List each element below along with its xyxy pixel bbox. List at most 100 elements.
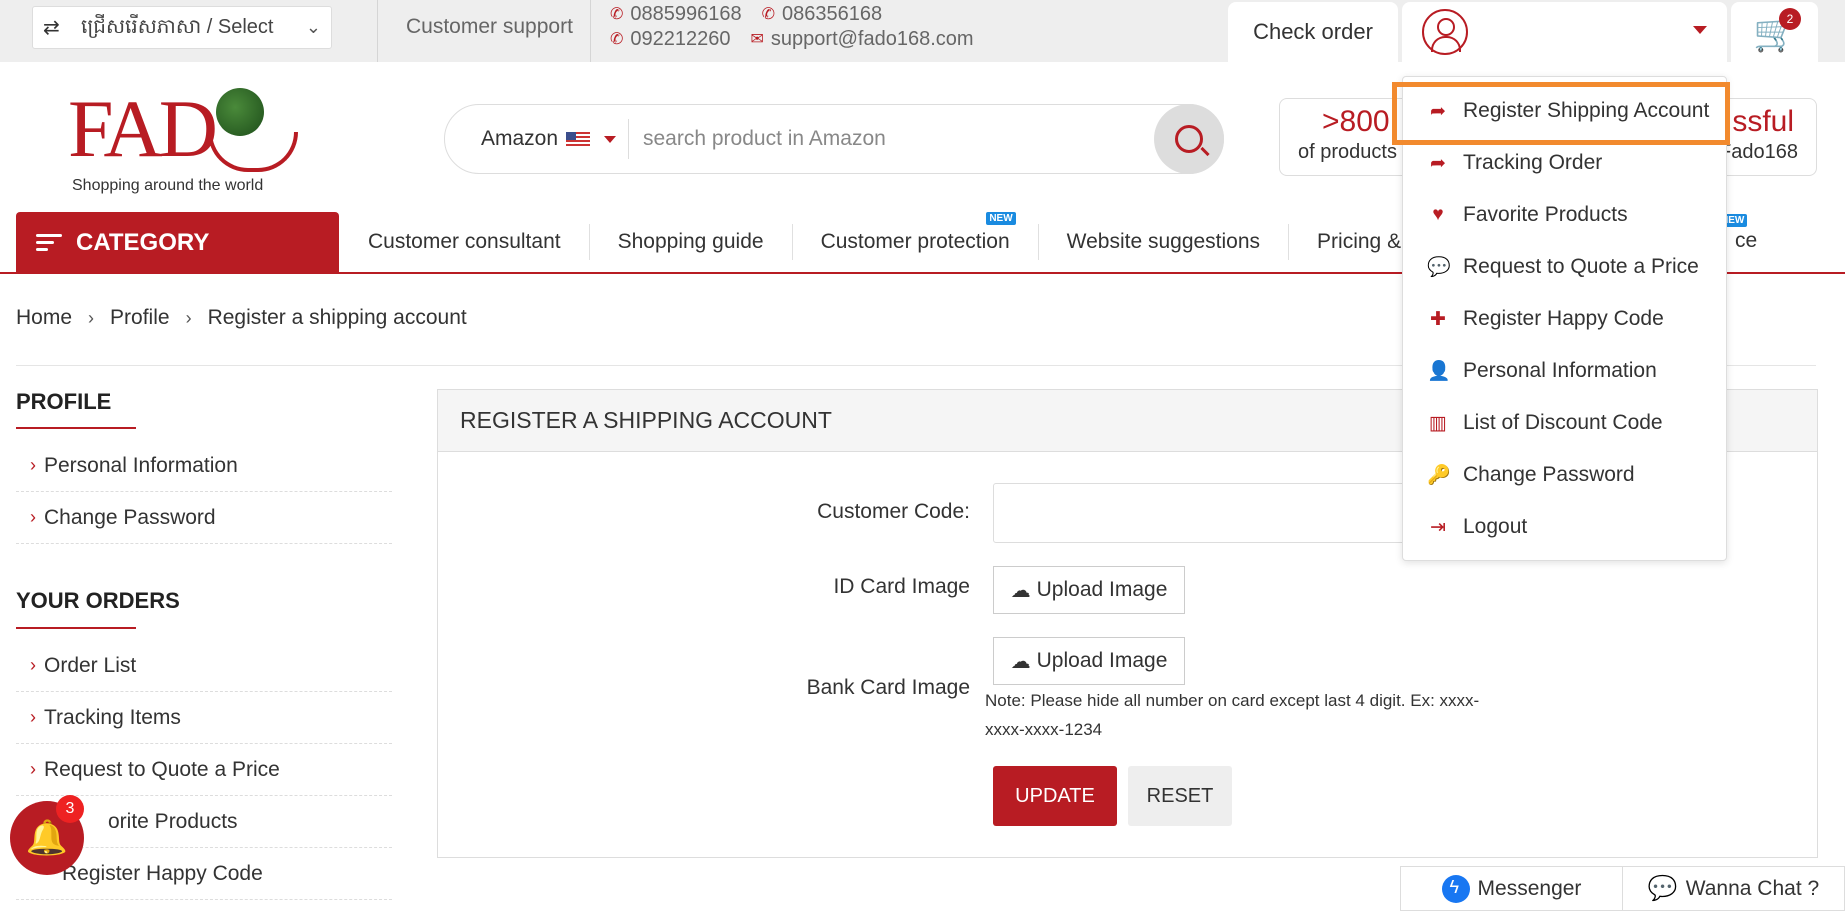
top-bar: ⇄ ជ្រើសរើសភាសា / Select ⌄ Customer suppo… — [0, 0, 1845, 62]
menu-icon — [36, 230, 62, 255]
notification-count-badge: 3 — [56, 795, 84, 823]
chevron-right-icon: › — [30, 507, 36, 527]
barcode-icon: ▥ — [1429, 412, 1447, 434]
menu-item-discount-codes[interactable]: ▥ List of Discount Code — [1403, 397, 1728, 449]
chevron-right-icon: › — [30, 455, 36, 475]
nav-website-suggestions[interactable]: Website suggestions — [1039, 224, 1290, 260]
sidebar-profile-title: PROFILE — [16, 389, 112, 414]
messenger-label: Messenger — [1477, 876, 1582, 900]
sidebar-item-label: Change Password — [44, 505, 216, 529]
support-email[interactable]: support@fado168.com — [771, 27, 974, 52]
customer-support-label: Customer support — [406, 15, 573, 38]
sidebar-item-request-quote[interactable]: › Request to Quote a Price — [16, 744, 392, 796]
breadcrumb-home[interactable]: Home — [16, 306, 72, 330]
stat-products-label: of products — [1298, 141, 1397, 163]
search-source-label: Amazon — [481, 127, 559, 150]
key-icon: 🔑 — [1427, 465, 1451, 486]
nav-label: Website suggestions — [1066, 230, 1261, 253]
sidebar-item-order-list[interactable]: › Order List — [16, 640, 392, 692]
sidebar-item-personal-information[interactable]: › Personal Information — [16, 440, 392, 492]
email-icon: ✉ — [750, 31, 764, 48]
stat-products-value: >800 — [1322, 105, 1390, 138]
sidebar-item-label: Personal Information — [44, 453, 238, 477]
menu-item-request-quote[interactable]: 💬 Request to Quote a Price — [1403, 241, 1728, 293]
title-underline — [16, 427, 136, 429]
upload-id-card-button[interactable]: ☁ Upload Image — [993, 566, 1185, 614]
menu-item-logout[interactable]: ⇥ Logout — [1403, 501, 1728, 553]
site-logo[interactable]: FAD Shopping around the world — [68, 82, 308, 197]
language-select-label: ជ្រើសរើសភាសា / Select — [81, 15, 274, 38]
menu-item-personal-information[interactable]: 👤 Personal Information — [1403, 345, 1728, 397]
phone-number[interactable]: 086356168 — [782, 2, 882, 27]
sidebar-item-tracking-items[interactable]: › Tracking Items — [16, 692, 392, 744]
menu-item-register-happy-code[interactable]: ✚ Register Happy Code — [1403, 293, 1728, 345]
menu-item-label: Change Password — [1463, 463, 1635, 486]
highlight-box — [1392, 82, 1730, 145]
sidebar-item-label: orite Products — [108, 809, 238, 833]
stat-success-label: Fado168 — [1719, 141, 1798, 163]
menu-item-change-password[interactable]: 🔑 Change Password — [1403, 449, 1728, 501]
nav-trailing-text[interactable]: ce — [1735, 229, 1757, 253]
search-source-select[interactable]: Amazon — [445, 119, 629, 159]
check-order-button[interactable]: Check order — [1228, 2, 1398, 62]
caret-down-icon — [604, 135, 617, 143]
share-arrow-icon: ➦ — [1430, 152, 1446, 174]
phone-number[interactable]: 0885996168 — [630, 2, 741, 27]
contact-info: ✆ 0885996168 ✆ 086356168 ✆ 092212260 ✉ suppo… — [610, 2, 986, 52]
nav-label: Shopping guide — [617, 230, 764, 253]
account-menu-toggle[interactable] — [1402, 2, 1727, 62]
search-input[interactable] — [629, 127, 1154, 151]
chevron-right-icon: › — [30, 707, 36, 727]
cart-count-badge: 2 — [1779, 8, 1801, 30]
wanna-chat-button[interactable]: 💬 Wanna Chat ? — [1622, 867, 1844, 910]
breadcrumb-current: Register a shipping account — [207, 306, 467, 329]
phone-number[interactable]: 092212260 — [630, 27, 730, 52]
sidebar-item-label: Tracking Items — [44, 705, 181, 729]
upload-bank-card-button[interactable]: ☁ Upload Image — [993, 637, 1185, 685]
translate-icon: ⇄ — [43, 17, 60, 39]
chevron-right-icon: › — [30, 655, 36, 675]
nav-customer-protection[interactable]: Customer protection NEW — [793, 212, 1039, 260]
logo-tagline: Shopping around the world — [72, 177, 264, 194]
chat-bubbles-icon: 💬 — [1647, 875, 1678, 902]
cart-button[interactable]: 🛒 2 — [1731, 2, 1818, 62]
menu-item-label: Logout — [1463, 515, 1528, 538]
menu-item-label: Personal Information — [1463, 359, 1657, 382]
messenger-icon — [1441, 874, 1470, 903]
new-badge: NEW — [986, 212, 1016, 225]
phone-icon: ✆ — [610, 6, 624, 23]
breadcrumb: Home › Profile › Register a shipping acc… — [16, 306, 467, 330]
search-bar: Amazon — [444, 104, 1224, 174]
id-card-label: ID Card Image — [833, 575, 970, 598]
speech-bubble-icon: 💬 — [1427, 257, 1451, 278]
menu-item-label: Tracking Order — [1463, 151, 1603, 174]
chevron-right-icon: › — [88, 307, 95, 328]
messenger-button[interactable]: Messenger — [1401, 867, 1622, 910]
phone-icon: ✆ — [610, 31, 624, 48]
heart-icon: ♥ — [1432, 204, 1444, 225]
nav-shopping-guide[interactable]: Shopping guide — [590, 224, 793, 260]
reset-button[interactable]: RESET — [1128, 766, 1232, 826]
upload-label: Upload Image — [1036, 578, 1168, 601]
sidebar-item-change-password[interactable]: › Change Password — [16, 492, 392, 544]
bell-icon: 🔔 — [25, 819, 69, 857]
us-flag-icon — [566, 132, 591, 146]
main-nav: Customer consultant Shopping guide Custo… — [340, 212, 1429, 272]
breadcrumb-profile[interactable]: Profile — [110, 306, 170, 330]
update-button[interactable]: UPDATE — [993, 766, 1117, 826]
chevron-down-icon: ⌄ — [305, 17, 321, 37]
language-select[interactable]: ⇄ ជ្រើសរើសភាសា / Select ⌄ — [32, 6, 332, 49]
plus-icon: ✚ — [1430, 308, 1446, 330]
search-button[interactable] — [1154, 104, 1224, 174]
nav-customer-consultant[interactable]: Customer consultant — [340, 224, 590, 260]
category-menu-button[interactable]: CATEGORY — [16, 212, 339, 273]
menu-item-favorite-products[interactable]: ♥ Favorite Products — [1403, 189, 1728, 241]
menu-item-label: Register Happy Code — [1463, 307, 1664, 330]
chat-bar: Messenger 💬 Wanna Chat ? — [1400, 866, 1845, 911]
chevron-right-icon: › — [30, 759, 36, 779]
logout-icon: ⇥ — [1430, 516, 1446, 538]
sidebar-item-label: Request to Quote a Price — [44, 757, 280, 781]
sidebar-item-label: Order List — [44, 653, 137, 677]
globe-icon — [216, 88, 264, 136]
logo-cart-shape — [208, 132, 298, 172]
